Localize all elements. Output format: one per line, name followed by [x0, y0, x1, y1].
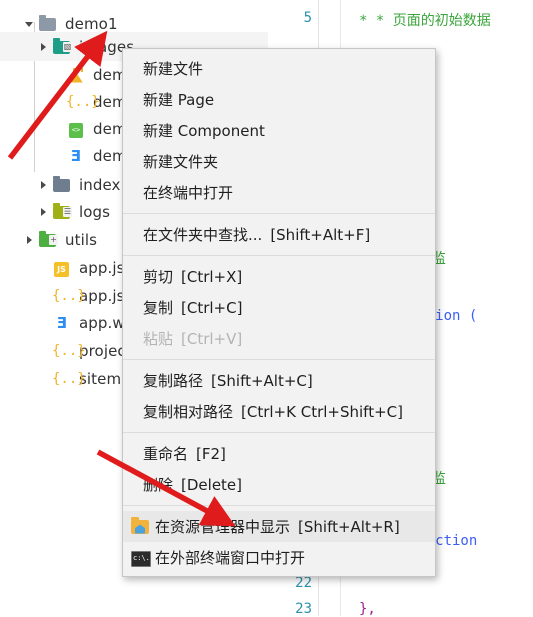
menu-item-shortcut: [Ctrl+X]	[181, 267, 243, 286]
menu-item[interactable]: 新建文件夹	[123, 146, 435, 177]
line-number: 22	[295, 575, 312, 591]
menu-item-label: 在终端中打开	[143, 184, 234, 202]
explorer-icon	[129, 516, 151, 537]
menu-item-shortcut: [Shift+Alt+F]	[270, 225, 371, 244]
menu-item[interactable]: 新建 Page	[123, 84, 435, 115]
chevron-right-icon[interactable]	[38, 206, 50, 218]
menu-item-shortcut: [F2]	[196, 444, 226, 463]
code-line: * * 页面的初始数据	[359, 10, 491, 30]
wxss-file-icon: E	[56, 313, 68, 332]
menu-item-label: 在外部终端窗口中打开	[155, 549, 306, 567]
file-context-menu[interactable]: 新建文件新建 Page 新建 Component 新建文件夹在终端中打开在文件夹中查…	[122, 48, 436, 577]
screenshot-root: 52223 * * 页面的初始数据周期函数--监function (周期函数--…	[0, 0, 533, 617]
menu-item-shortcut: [Ctrl+K Ctrl+Shift+C]	[241, 402, 403, 421]
terminal-icon	[129, 548, 151, 568]
menu-item-label: 新建文件	[143, 60, 204, 78]
folder-utils-icon: +	[38, 230, 58, 249]
menu-item[interactable]: 剪切 [Ctrl+X]	[123, 261, 435, 292]
code-text: },	[359, 601, 376, 617]
wxss-file-icon: E	[70, 146, 82, 165]
menu-separator	[123, 213, 435, 214]
menu-item-label: 粘贴	[143, 330, 174, 348]
menu-item-shortcut: [Delete]	[181, 475, 243, 494]
line-number: 23	[295, 601, 312, 617]
comment-star: *	[359, 13, 376, 29]
chevron-down-icon[interactable]	[24, 18, 36, 30]
folder-icon	[52, 175, 72, 194]
menu-item[interactable]: 在文件夹中查找... [Shift+Alt+F]	[123, 219, 435, 250]
menu-item-label: 复制相对路径	[143, 403, 234, 421]
folder-images-icon: ▧	[52, 37, 72, 56]
menu-item[interactable]: 重命名 [F2]	[123, 438, 435, 469]
menu-item[interactable]: 复制 [Ctrl+C]	[123, 292, 435, 323]
menu-item-label: 剪切	[143, 268, 174, 286]
json-file-icon: {..}	[52, 287, 86, 304]
menu-separator	[123, 505, 435, 506]
menu-item[interactable]: 在资源管理器中显示 [Shift+Alt+R]	[123, 511, 435, 542]
menu-item-label: 新建文件夹	[143, 153, 219, 171]
tree-item-label: app.js	[79, 258, 125, 277]
json-file-icon: {..}	[66, 93, 100, 110]
menu-item-shortcut: [Shift+Alt+C]	[211, 371, 313, 390]
menu-item-shortcut: [Ctrl+V]	[181, 329, 243, 348]
tree-item-label: utils	[65, 230, 98, 249]
javascript-file-icon: JS	[52, 259, 72, 277]
menu-item[interactable]: 在外部终端窗口中打开	[123, 542, 435, 573]
menu-item[interactable]: 复制路径 [Shift+Alt+C]	[123, 365, 435, 396]
folder-icon	[38, 14, 58, 33]
menu-item-label: 新建 Component	[143, 122, 265, 140]
menu-item[interactable]: 新建文件	[123, 53, 435, 84]
menu-item[interactable]: 复制相对路径 [Ctrl+K Ctrl+Shift+C]	[123, 396, 435, 427]
menu-item-label: 新建 Page	[143, 91, 215, 109]
line-number: 5	[303, 10, 312, 26]
menu-item: 粘贴 [Ctrl+V]	[123, 323, 435, 354]
menu-item[interactable]: 删除 [Delete]	[123, 469, 435, 500]
folder-logs-icon: ☰	[52, 202, 72, 221]
chevron-right-icon[interactable]	[38, 179, 50, 191]
tree-item-label: index	[79, 175, 121, 194]
menu-item-label: 删除	[143, 476, 174, 494]
code-text: * 页面的初始数据	[375, 13, 491, 29]
menu-item-shortcut: [Shift+Alt+R]	[298, 517, 400, 536]
json-file-icon: {..}	[52, 342, 86, 359]
menu-item[interactable]: 新建 Component	[123, 115, 435, 146]
menu-item-label: 重命名	[143, 445, 189, 463]
js-test-file-icon	[66, 66, 86, 84]
menu-item[interactable]: 在终端中打开	[123, 177, 435, 208]
menu-separator	[123, 432, 435, 433]
chevron-right-icon[interactable]	[24, 234, 36, 246]
chevron-right-icon[interactable]	[38, 41, 50, 53]
json-file-icon: {..}	[52, 370, 86, 387]
wxml-file-icon	[66, 120, 86, 138]
menu-item-label: 复制	[143, 299, 174, 317]
menu-item-label: 复制路径	[143, 372, 204, 390]
tree-item-label: demo1	[65, 14, 118, 33]
menu-separator	[123, 359, 435, 360]
menu-item-shortcut: [Ctrl+C]	[181, 298, 243, 317]
code-line: },	[359, 601, 376, 617]
menu-item-label: 在文件夹中查找...	[143, 226, 263, 244]
menu-item-label: 在资源管理器中显示	[155, 518, 291, 536]
tree-item-label: logs	[79, 202, 111, 221]
menu-separator	[123, 255, 435, 256]
